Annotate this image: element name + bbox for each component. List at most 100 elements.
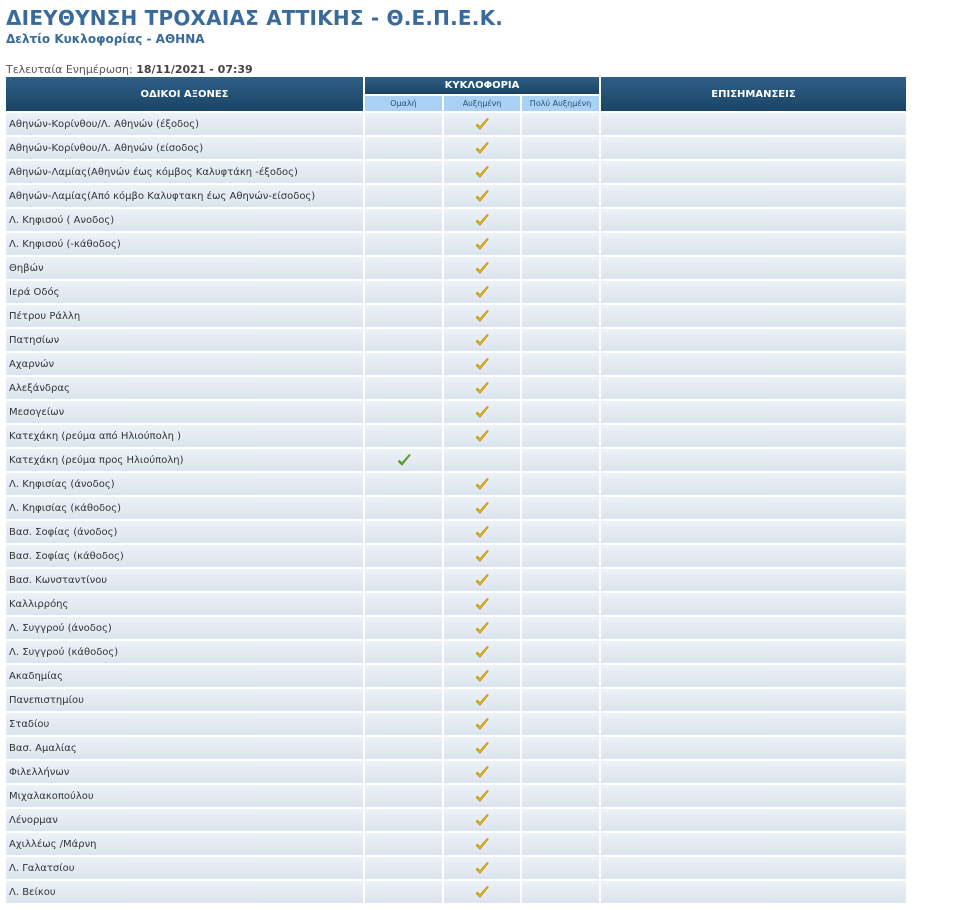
traffic-level-cell [444,713,520,735]
traffic-level-cell [522,209,599,231]
traffic-level-cell [444,473,520,495]
table-row: Μιχαλακοπούλου [6,785,906,807]
traffic-level-cell [444,353,520,375]
check-icon [396,453,412,466]
traffic-level-cell [444,449,520,471]
table-row: Πέτρου Ράλλη [6,305,906,327]
road-name: Κατεχάκη (ρεύμα από Ηλιούπολη ) [6,425,363,447]
check-icon [474,885,490,898]
table-row: Λ. Συγγρού (κάθοδος) [6,641,906,663]
traffic-level-cell [522,377,599,399]
table-row: Αχαρνών [6,353,906,375]
notes-cell [601,305,906,327]
check-icon [474,597,490,610]
road-name: Μεσογείων [6,401,363,423]
road-name: Αθηνών-Λαμίας(Αθηνών έως κόμβος Καλυφτάκ… [6,161,363,183]
table-row: Βασ. Σοφίας (άνοδος) [6,521,906,543]
notes-cell [601,473,906,495]
table-row: Καλλιρρόης [6,593,906,615]
traffic-level-cell [444,761,520,783]
traffic-level-cell [522,113,599,135]
road-name: Βασ. Σοφίας (κάθοδος) [6,545,363,567]
check-icon [474,741,490,754]
table-row: Θηβών [6,257,906,279]
notes-cell [601,809,906,831]
road-name: Πέτρου Ράλλη [6,305,363,327]
traffic-level-cell [365,665,442,687]
table-row: Λ. Συγγρού (άνοδος) [6,617,906,639]
table-row: Αθηνών-Κορίνθου/Λ. Αθηνών (είσοδος) [6,137,906,159]
traffic-level-cell [522,809,599,831]
road-name: Κατεχάκη (ρεύμα προς Ηλιούπολη) [6,449,363,471]
traffic-level-cell [365,113,442,135]
traffic-level-cell [365,881,442,903]
traffic-level-cell [522,689,599,711]
table-row: Λ. Κηφισού ( Ανοδος) [6,209,906,231]
traffic-level-cell [444,209,520,231]
traffic-level-cell [444,185,520,207]
check-icon [474,309,490,322]
traffic-level-cell [365,257,442,279]
traffic-level-cell [522,185,599,207]
traffic-level-cell [365,305,442,327]
header-roads: ΟΔΙΚΟΙ ΑΞΟΝΕΣ [6,77,363,111]
notes-cell [601,761,906,783]
notes-cell [601,569,906,591]
traffic-level-cell [365,329,442,351]
table-row: Λ. Κηφισίας (κάθοδος) [6,497,906,519]
traffic-level-cell [522,425,599,447]
traffic-level-cell [365,641,442,663]
traffic-level-cell [444,809,520,831]
table-row: Λ. Βείκου [6,881,906,903]
road-name: Ιερά Οδός [6,281,363,303]
check-icon [474,717,490,730]
road-name: Καλλιρρόης [6,593,363,615]
check-icon [474,573,490,586]
traffic-level-cell [365,425,442,447]
table-row: Λ. Κηφισού (-κάθοδος) [6,233,906,255]
notes-cell [601,281,906,303]
notes-cell [601,665,906,687]
traffic-level-cell [365,497,442,519]
check-icon [474,837,490,850]
traffic-level-cell [365,689,442,711]
table-row: Λ. Κηφισίας (άνοδος) [6,473,906,495]
traffic-level-cell [522,545,599,567]
traffic-table: ΟΔΙΚΟΙ ΑΞΟΝΕΣ ΚΥΚΛΟΦΟΡΙΑ ΕΠΙΣΗΜΑΝΣΕΙΣ Ομ… [4,75,908,905]
notes-cell [601,449,906,471]
traffic-level-cell [444,545,520,567]
notes-cell [601,161,906,183]
traffic-level-cell [444,521,520,543]
table-row: Βασ. Σοφίας (κάθοδος) [6,545,906,567]
check-icon [474,381,490,394]
table-row: Κατεχάκη (ρεύμα από Ηλιούπολη ) [6,425,906,447]
check-icon [474,621,490,634]
traffic-level-cell [365,521,442,543]
notes-cell [601,233,906,255]
notes-cell [601,689,906,711]
table-row: Βασ. Αμαλίας [6,737,906,759]
traffic-level-cell [522,257,599,279]
traffic-level-cell [444,233,520,255]
traffic-level-cell [444,137,520,159]
header-notes: ΕΠΙΣΗΜΑΝΣΕΙΣ [601,77,906,111]
road-name: Αλεξάνδρας [6,377,363,399]
traffic-level-cell [365,617,442,639]
road-name: Λ. Γαλατσίου [6,857,363,879]
traffic-level-cell [522,329,599,351]
traffic-level-cell [444,785,520,807]
notes-cell [601,377,906,399]
notes-cell [601,833,906,855]
road-name: Αχιλλέως /Μάρνη [6,833,363,855]
traffic-level-cell [365,449,442,471]
traffic-level-cell [522,833,599,855]
traffic-level-cell [444,305,520,327]
notes-cell [601,185,906,207]
traffic-level-cell [444,281,520,303]
road-name: Μιχαλακοπούλου [6,785,363,807]
road-name: Φιλελλήνων [6,761,363,783]
traffic-level-cell [522,881,599,903]
traffic-level-cell [522,641,599,663]
check-icon [474,501,490,514]
road-name: Αθηνών-Κορίνθου/Λ. Αθηνών (έξοδος) [6,113,363,135]
